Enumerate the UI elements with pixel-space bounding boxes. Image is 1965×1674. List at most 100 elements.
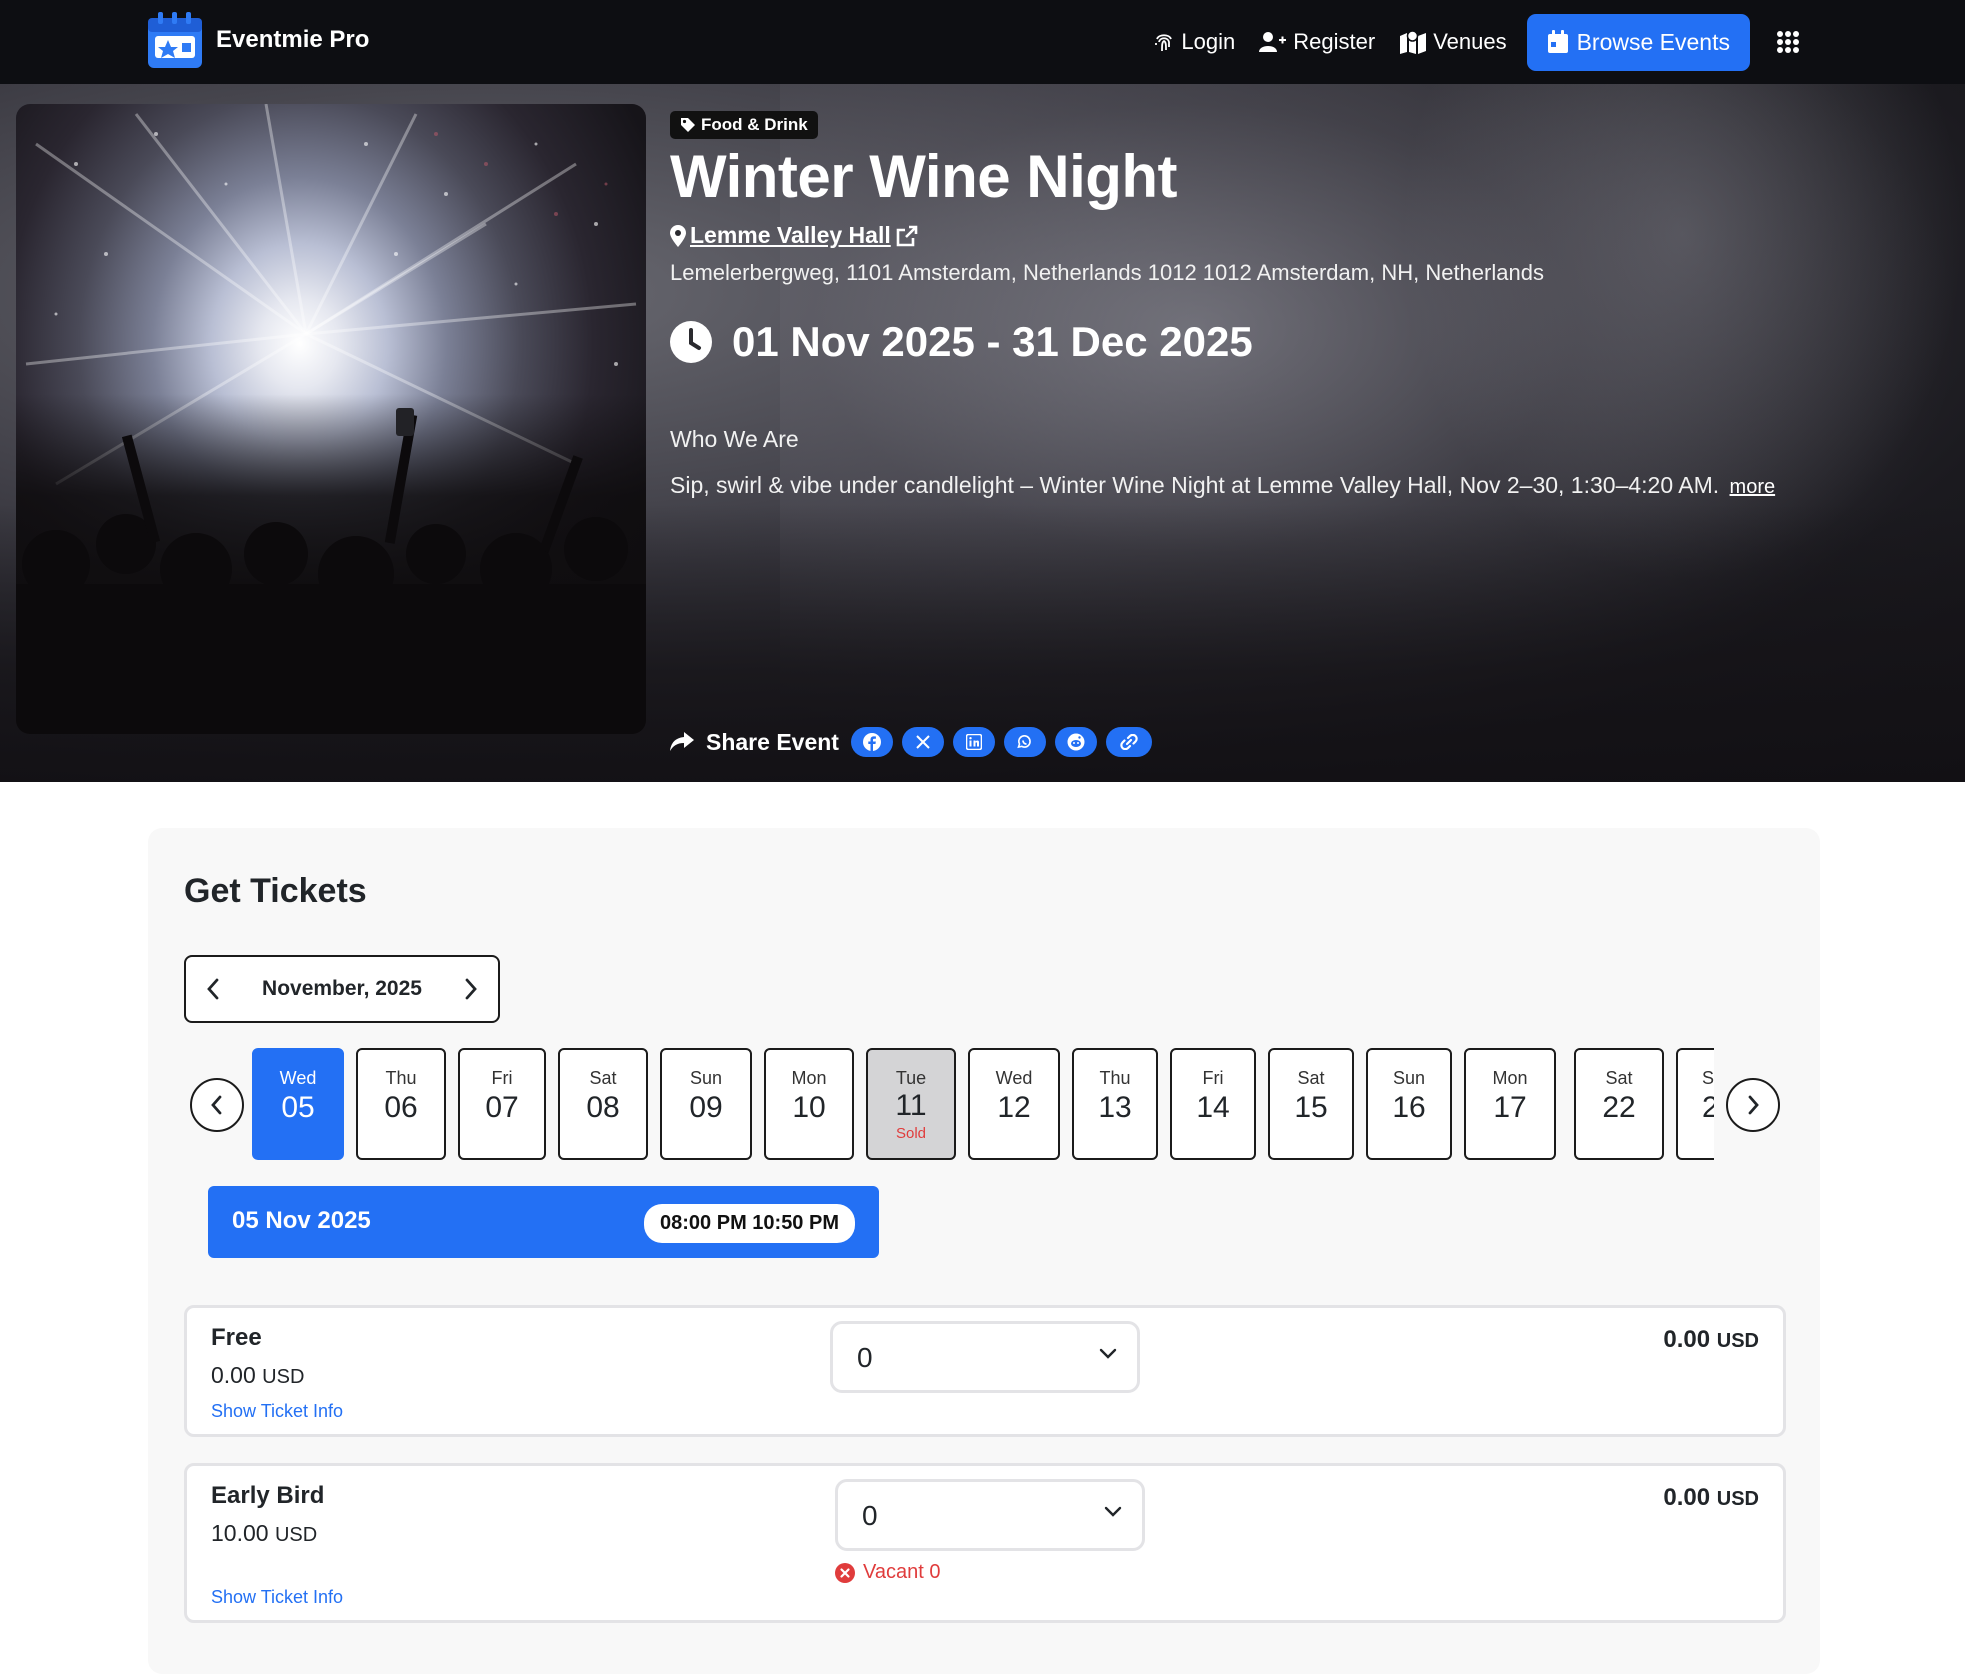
chevron-right-icon bbox=[465, 978, 477, 1000]
linkedin-icon bbox=[965, 734, 982, 750]
ticket-total-value: 0.00 bbox=[1663, 1326, 1711, 1353]
day-option[interactable]: Sat 15 bbox=[1268, 1048, 1354, 1160]
day-option-sold-out[interactable]: Tue 11 Sold bbox=[866, 1048, 956, 1160]
show-ticket-info-link[interactable]: Show Ticket Info bbox=[211, 1587, 343, 1608]
day-option[interactable]: Sat 22 bbox=[1574, 1048, 1664, 1160]
day-option[interactable]: Thu 13 bbox=[1072, 1048, 1158, 1160]
ticket-name: Early Bird bbox=[211, 1482, 325, 1509]
day-option[interactable]: Mon 17 bbox=[1464, 1048, 1556, 1160]
day-date: 2 bbox=[1702, 1091, 1714, 1125]
share-x-button[interactable] bbox=[901, 727, 944, 757]
link-icon bbox=[1120, 734, 1138, 750]
ticket-total: 0.00 USD bbox=[1663, 1326, 1759, 1354]
day-date: 10 bbox=[792, 1091, 826, 1124]
day-date: 06 bbox=[384, 1091, 418, 1124]
ticket-price: 0.00 USD bbox=[211, 1362, 304, 1389]
share-linkedin-button[interactable] bbox=[952, 727, 995, 757]
tickets-title: Get Tickets bbox=[184, 872, 367, 910]
read-more-link[interactable]: more bbox=[1730, 476, 1776, 498]
day-option[interactable]: Fri 07 bbox=[458, 1048, 546, 1160]
show-ticket-info-link[interactable]: Show Ticket Info bbox=[211, 1401, 343, 1422]
category-label: Food & Drink bbox=[701, 115, 808, 134]
day-option[interactable]: Sat 08 bbox=[558, 1048, 648, 1160]
day-name: Thu bbox=[1099, 1068, 1131, 1088]
whatsapp-icon bbox=[1017, 735, 1031, 749]
chevron-down-icon bbox=[1099, 1348, 1117, 1359]
day-option[interactable]: Fri 14 bbox=[1170, 1048, 1256, 1160]
facebook-icon bbox=[862, 733, 881, 751]
brand[interactable]: Eventmie Pro bbox=[146, 10, 369, 70]
chevron-left-icon bbox=[211, 1095, 222, 1115]
venue-link[interactable]: Lemme Valley Hall bbox=[670, 222, 919, 249]
previous-days-button[interactable] bbox=[190, 1078, 244, 1132]
event-description: Sip, swirl & vibe under candlelight – Wi… bbox=[670, 472, 1775, 499]
ticket-price: 10.00 USD bbox=[211, 1520, 317, 1547]
crowd-silhouette bbox=[16, 394, 646, 734]
previous-month-button[interactable] bbox=[206, 978, 220, 1000]
day-name: Sat bbox=[1297, 1068, 1325, 1088]
event-hero: Food & Drink Winter Wine Night Lemme Val… bbox=[0, 84, 1965, 782]
ticket-card: Early Bird 10.00 USD Show Ticket Info 0 … bbox=[184, 1463, 1786, 1623]
date-range-text: 01 Nov 2025 - 31 Dec 2025 bbox=[732, 318, 1253, 365]
day-date: 14 bbox=[1196, 1091, 1230, 1124]
ticket-currency: USD bbox=[262, 1366, 305, 1388]
description-text: Sip, swirl & vibe under candlelight – Wi… bbox=[670, 472, 1720, 498]
ticket-currency: USD bbox=[274, 1524, 318, 1546]
next-month-button[interactable] bbox=[464, 978, 478, 1000]
register-link[interactable]: Register bbox=[1259, 29, 1375, 55]
ticket-card: Free 0.00 USD Show Ticket Info 0 0.00 US… bbox=[184, 1305, 1786, 1437]
ticket-quantity-select[interactable]: 0 bbox=[830, 1321, 1140, 1393]
day-option[interactable]: Sun 16 bbox=[1366, 1048, 1452, 1160]
venue-address: Lemelerbergweg, 1101 Amsterdam, Netherla… bbox=[670, 260, 1544, 285]
day-date: 08 bbox=[586, 1091, 620, 1124]
share-bar: Share Event bbox=[670, 727, 1161, 757]
login-link[interactable]: Login bbox=[1153, 29, 1235, 55]
day-option[interactable]: Mon 10 bbox=[764, 1048, 854, 1160]
ticket-name: Free bbox=[211, 1324, 262, 1351]
share-whatsapp-button[interactable] bbox=[1003, 727, 1046, 757]
day-date: 09 bbox=[689, 1091, 723, 1124]
next-days-button[interactable] bbox=[1726, 1078, 1780, 1132]
share-arrow-icon bbox=[670, 732, 694, 751]
apps-grid-icon[interactable] bbox=[1776, 30, 1800, 54]
top-navbar: Eventmie Pro Login Register Venues Brows… bbox=[0, 0, 1965, 84]
day-option-selected[interactable]: Wed 05 bbox=[252, 1048, 344, 1160]
vacancy-status: Vacant 0 bbox=[835, 1561, 940, 1584]
share-facebook-button[interactable] bbox=[850, 727, 893, 757]
day-option-partial[interactable]: S 2 bbox=[1676, 1048, 1714, 1160]
browse-events-button[interactable]: Browse Events bbox=[1526, 13, 1750, 71]
day-date: 17 bbox=[1493, 1091, 1527, 1124]
category-badge[interactable]: Food & Drink bbox=[670, 111, 818, 139]
error-circle-icon bbox=[835, 1562, 855, 1583]
day-option[interactable]: Sun 09 bbox=[660, 1048, 752, 1160]
ticket-price-value: 0.00 bbox=[211, 1362, 256, 1388]
brand-name: Eventmie Pro bbox=[216, 26, 370, 53]
ticket-quantity-select[interactable]: 0 bbox=[835, 1479, 1145, 1551]
day-name: Sat bbox=[1605, 1068, 1633, 1088]
day-name: Mon bbox=[1492, 1068, 1528, 1088]
day-name: Fri bbox=[1202, 1068, 1224, 1088]
chevron-right-icon bbox=[1748, 1095, 1759, 1115]
share-reddit-button[interactable] bbox=[1054, 727, 1097, 757]
ticket-total-currency: USD bbox=[1716, 1488, 1759, 1510]
venues-link[interactable]: Venues bbox=[1399, 29, 1507, 55]
external-link-icon bbox=[896, 225, 918, 246]
time-slot-pill[interactable]: 08:00 PM 10:50 PM bbox=[644, 1204, 855, 1243]
map-pin-icon bbox=[670, 224, 686, 247]
day-option[interactable]: Wed 12 bbox=[968, 1048, 1060, 1160]
selected-schedule-bar: 05 Nov 2025 08:00 PM 10:50 PM bbox=[208, 1186, 879, 1258]
tag-icon bbox=[681, 118, 695, 132]
tickets-panel: Get Tickets November, 2025 Wed 05 Thu 06… bbox=[148, 828, 1820, 1674]
day-option[interactable]: Thu 06 bbox=[356, 1048, 446, 1160]
day-date: 05 bbox=[281, 1091, 315, 1124]
share-label-text: Share Event bbox=[706, 728, 839, 755]
vacancy-text: Vacant 0 bbox=[863, 1561, 941, 1583]
day-name: Wed bbox=[995, 1068, 1033, 1088]
event-poster-image bbox=[16, 104, 646, 734]
share-copy-link-button[interactable] bbox=[1105, 727, 1152, 757]
current-month: November, 2025 bbox=[262, 977, 422, 1000]
calendar-logo-icon bbox=[146, 10, 204, 70]
register-label: Register bbox=[1293, 29, 1376, 54]
ticket-total: 0.00 USD bbox=[1663, 1484, 1759, 1512]
browse-events-label: Browse Events bbox=[1576, 28, 1730, 55]
